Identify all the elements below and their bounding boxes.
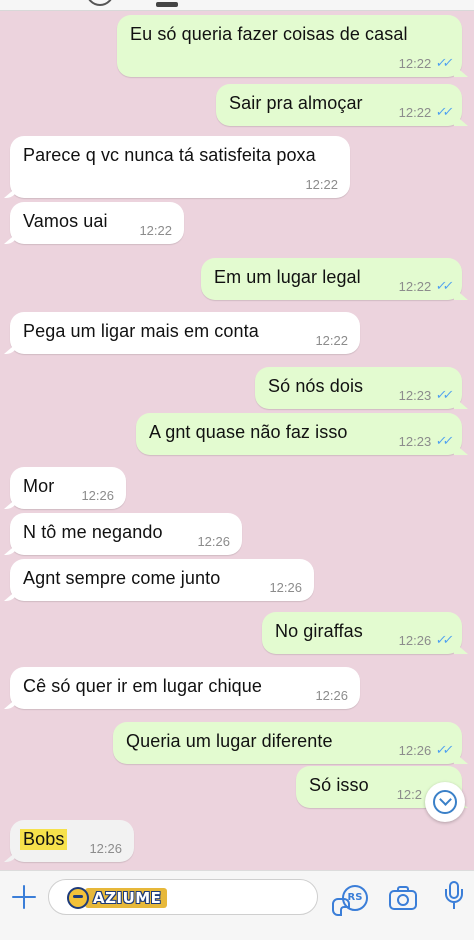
message-text: Eu só queria fazer coisas de casal: [130, 24, 408, 44]
message-bubble-incoming[interactable]: Cê só quer ir em lugar chique 12:26: [10, 667, 360, 709]
message-list[interactable]: Eu só queria fazer coisas de casal 12:22…: [0, 0, 474, 870]
read-receipt-icon: ✓✓: [434, 387, 452, 402]
message-meta: 12:23 ✓✓: [398, 433, 452, 449]
message-text: Queria um lugar diferente: [126, 731, 333, 751]
microphone-icon[interactable]: [443, 881, 465, 913]
message-bubble-incoming[interactable]: Bobs 12:26: [10, 820, 134, 862]
message-time: 12:22: [139, 223, 172, 238]
mascot-face-icon: [67, 887, 89, 909]
chat-header: [0, 0, 474, 11]
chevron-down-icon: [433, 790, 457, 814]
message-meta: 12:26 ✓✓: [398, 632, 452, 648]
read-receipt-icon: ✓✓: [434, 278, 452, 293]
message-text: Agnt sempre come junto: [23, 568, 221, 588]
watermark-logo: AZIUME: [67, 886, 168, 910]
message-text: Pega um ligar mais em conta: [23, 321, 259, 341]
message-time: 12:22: [398, 104, 432, 120]
message-bubble-outgoing[interactable]: Queria um lugar diferente 12:26 ✓✓: [113, 722, 462, 764]
message-meta: 12:2: [397, 787, 422, 802]
message-meta: 12:22: [305, 177, 338, 192]
message-time: 12:26: [398, 742, 432, 758]
message-meta: 12:26: [81, 488, 114, 503]
message-text: N tô me negando: [23, 522, 163, 542]
message-bubble-outgoing[interactable]: Eu só queria fazer coisas de casal 12:22…: [117, 15, 462, 77]
message-meta: 12:22: [315, 333, 348, 348]
message-time: 12:26: [315, 688, 348, 703]
message-time: 12:26: [398, 632, 432, 648]
message-bubble-incoming[interactable]: Agnt sempre come junto 12:26: [10, 559, 314, 601]
message-meta: 12:22 ✓✓: [398, 104, 452, 120]
message-time: 12:23: [398, 433, 432, 449]
message-text: Sair pra almoçar: [229, 93, 363, 113]
message-text: Bobs: [20, 829, 68, 850]
message-meta: 12:23 ✓✓: [398, 387, 452, 403]
message-bubble-incoming[interactable]: Parece q vc nunca tá satisfeita poxa 12:…: [10, 136, 350, 198]
plus-icon[interactable]: [10, 883, 38, 911]
message-meta: 12:26: [315, 688, 348, 703]
message-bubble-incoming[interactable]: Mor 12:26: [10, 467, 126, 509]
message-meta: 12:26: [89, 841, 122, 856]
message-time: 12:23: [398, 387, 432, 403]
message-bubble-incoming[interactable]: Vamos uai 12:22: [10, 202, 184, 244]
message-time: 12:22: [398, 278, 432, 294]
read-receipt-icon: ✓✓: [434, 632, 452, 647]
camera-icon[interactable]: [389, 885, 417, 911]
message-meta: 12:26: [197, 534, 230, 549]
message-text: Em um lugar legal: [214, 267, 361, 287]
read-receipt-icon: ✓✓: [434, 433, 452, 448]
read-receipt-icon: ✓✓: [434, 55, 452, 70]
message-meta: 12:26 ✓✓: [398, 742, 452, 758]
message-text: Vamos uai: [23, 211, 108, 231]
message-text: Só isso: [309, 775, 369, 795]
message-bubble-outgoing[interactable]: No giraffas 12:26 ✓✓: [262, 612, 462, 654]
message-input-bar: AZIUME RS: [0, 870, 474, 940]
read-receipt-icon: ✓✓: [434, 104, 452, 119]
message-meta: 12:22: [139, 223, 172, 238]
contact-avatar[interactable]: [86, 0, 114, 6]
rs-icon[interactable]: RS: [342, 885, 368, 911]
scroll-to-bottom-button[interactable]: [425, 782, 465, 822]
message-input[interactable]: AZIUME: [48, 879, 350, 916]
message-time: 12:26: [269, 580, 302, 595]
message-time: 12:2: [396, 787, 422, 802]
message-text: Parece q vc nunca tá satisfeita poxa: [23, 145, 316, 165]
message-time: 12:22: [305, 177, 338, 192]
message-bubble-outgoing[interactable]: Só nós dois 12:23 ✓✓: [255, 367, 462, 409]
message-meta: 12:22 ✓✓: [398, 55, 452, 71]
message-bubble-outgoing[interactable]: Sair pra almoçar 12:22 ✓✓: [216, 84, 462, 126]
message-text: Cê só quer ir em lugar chique: [23, 676, 263, 696]
message-text: Mor: [23, 476, 55, 496]
message-time: 12:22: [315, 333, 348, 348]
message-text: No giraffas: [275, 621, 363, 641]
read-receipt-icon: ✓✓: [434, 742, 452, 757]
message-text: A gnt quase não faz isso: [149, 422, 348, 442]
message-time: 12:22: [398, 55, 432, 71]
message-text: Só nós dois: [268, 376, 364, 396]
message-time: 12:26: [197, 534, 230, 549]
message-time: 12:26: [81, 488, 114, 503]
message-meta: 12:26: [269, 580, 302, 595]
contact-name-fragment: [156, 2, 178, 7]
watermark-text: AZIUME: [85, 888, 168, 908]
message-time: 12:26: [89, 841, 122, 856]
message-bubble-incoming[interactable]: N tô me negando 12:26: [10, 513, 242, 555]
message-meta: 12:22 ✓✓: [398, 278, 452, 294]
message-bubble-outgoing[interactable]: Em um lugar legal 12:22 ✓✓: [201, 258, 462, 300]
message-bubble-incoming[interactable]: Pega um ligar mais em conta 12:22: [10, 312, 360, 354]
message-bubble-outgoing[interactable]: A gnt quase não faz isso 12:23 ✓✓: [136, 413, 462, 455]
